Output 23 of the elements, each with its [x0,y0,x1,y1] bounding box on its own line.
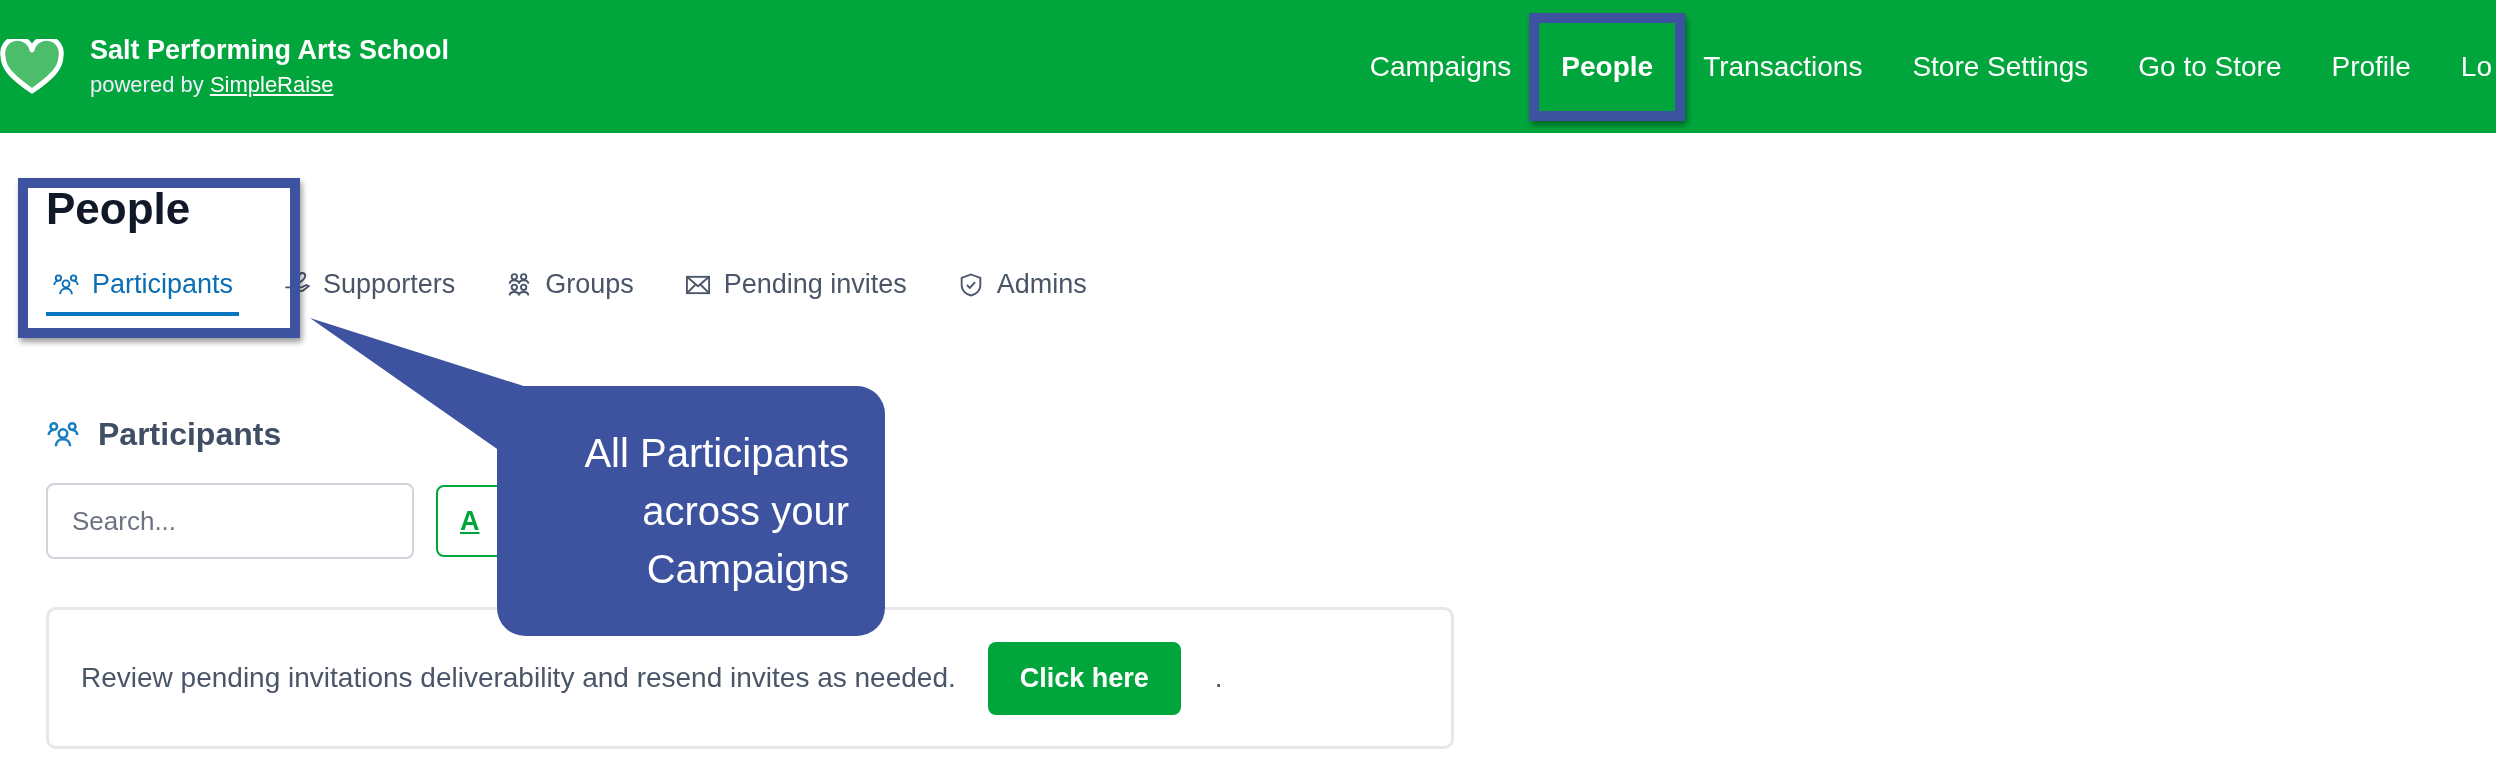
tab[interactable]: Groups [499,265,640,316]
trailing-period: . [1214,662,1223,694]
organization-name: Salt Performing Arts School [90,35,450,66]
nav-link[interactable]: Profile [2329,50,2413,83]
nav-link[interactable]: Lo [2458,50,2494,83]
nav-link[interactable]: People [1559,50,1656,83]
nav-link[interactable]: Go to Store [2136,50,2284,83]
tab[interactable]: Participants [46,265,240,316]
nav-link[interactable]: Campaigns [1367,50,1514,83]
powered-by-text: powered by [90,72,204,97]
simpleraise-link[interactable]: SimpleRaise [209,72,334,97]
nav-link[interactable]: Store Settings [1910,50,2091,83]
page-title: People [46,187,192,231]
tab[interactable]: Pending invites [677,265,913,316]
nav-link[interactable]: Transactions [1701,50,1865,83]
heart-icon [0,38,64,95]
tab[interactable]: Supporters [277,265,462,316]
callout-text: All Participants across your Campaigns [583,430,849,593]
click-here-button[interactable]: Click here [987,641,1181,715]
search-field[interactable]: Search... [46,483,414,559]
tab[interactable]: Admins [950,265,1093,316]
section-title: Participants [98,416,282,453]
notice-text: Review pending invitations deliverability and resend invites as needed. [81,662,956,694]
